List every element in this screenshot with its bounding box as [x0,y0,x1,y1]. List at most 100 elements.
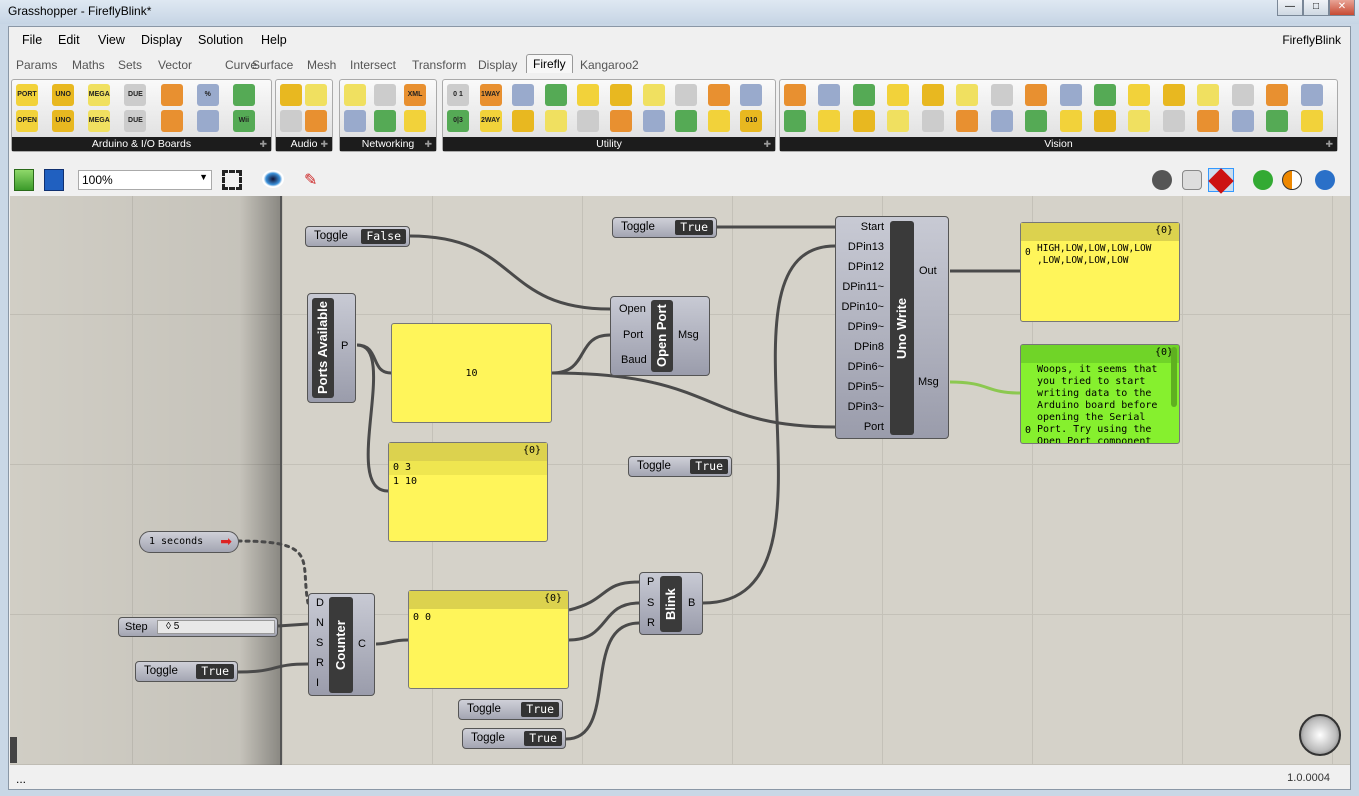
component-icon[interactable] [956,110,979,132]
tab-maths[interactable]: Maths [72,58,105,72]
slider-track[interactable]: ◊ 5 [157,620,275,634]
menu-solution[interactable]: Solution [198,33,243,47]
component-icon[interactable] [1231,110,1254,132]
component-icon[interactable]: % [196,84,219,106]
component-icon[interactable] [196,110,219,132]
component-icon[interactable] [577,110,600,132]
input-port[interactable]: DPin11~ [842,281,884,293]
component-icon[interactable] [956,84,979,106]
component-icon[interactable]: DUE [124,110,147,132]
toggle-unused[interactable]: Toggle True [628,456,732,477]
component-icon[interactable] [160,110,183,132]
component-icon[interactable] [887,84,910,106]
component-icon[interactable] [305,84,327,106]
component-icon[interactable] [544,84,567,106]
component-icon[interactable]: MEGA [88,110,111,132]
component-icon[interactable] [610,110,632,132]
component-icon[interactable]: Wii [232,110,255,132]
input-port[interactable]: DPin5~ [848,381,884,393]
expand-icon[interactable]: ✚ [1325,139,1333,150]
panel-ports-list[interactable]: {0} 03 1 10 [388,442,548,542]
component-icon[interactable]: 0 1 [447,84,469,106]
input-port[interactable]: DPin13 [848,241,884,253]
tab-firefly[interactable]: Firefly [526,54,573,73]
step-slider[interactable]: Step ◊ 5 [118,617,278,637]
input-port[interactable]: S [316,637,323,649]
component-icon[interactable] [1059,110,1082,132]
navigation-compass-icon[interactable] [1299,714,1341,756]
close-button[interactable]: ✕ [1329,0,1355,16]
menu-edit[interactable]: Edit [58,33,80,47]
sphere-icon[interactable] [1315,170,1335,190]
input-port[interactable]: DPin6~ [848,361,884,373]
tab-transform[interactable]: Transform [412,58,466,72]
input-port[interactable]: R [316,657,324,669]
blink-component[interactable]: P S R Blink B [639,572,703,635]
component-icon[interactable] [232,84,255,106]
component-icon[interactable] [921,110,944,132]
input-port[interactable]: DPin12 [848,261,884,273]
tab-display[interactable]: Display [478,58,517,72]
tab-mesh[interactable]: Mesh [307,58,336,72]
component-icon[interactable] [740,84,763,106]
input-port[interactable]: D [316,597,324,609]
component-icon[interactable] [160,84,183,106]
component-icon[interactable]: 0|3 [447,110,469,132]
open-file-icon[interactable] [14,169,34,191]
menu-display[interactable]: Display [141,33,182,47]
component-icon[interactable] [1162,110,1185,132]
counter-component[interactable]: DNSRI Counter C [308,593,375,696]
tab-params[interactable]: Params [16,58,57,72]
input-port[interactable]: DPin8 [854,341,884,353]
component-icon[interactable] [1128,110,1151,132]
component-icon[interactable] [1231,84,1254,106]
panel-port[interactable]: 10 [391,323,552,423]
component-icon[interactable]: DUE [124,84,147,106]
component-icon[interactable]: 1WAY [479,84,502,106]
component-icon[interactable] [374,84,396,106]
zoom-select[interactable]: 100% ▼ [78,170,212,190]
expand-icon[interactable]: ✚ [763,139,771,150]
component-icon[interactable] [544,110,567,132]
toggle-start[interactable]: Toggle True [612,217,717,238]
component-icon[interactable] [1025,84,1048,106]
input-port[interactable]: Start [861,221,884,233]
component-icon[interactable] [1025,110,1048,132]
ports-available-component[interactable]: Ports Available P [307,293,356,403]
component-icon[interactable] [1128,84,1151,106]
component-icon[interactable] [305,110,327,132]
sketch-pen-icon[interactable]: ✎ [304,170,317,190]
component-icon[interactable] [1266,84,1289,106]
menu-view[interactable]: View [98,33,125,47]
preview-eye-icon[interactable] [262,170,284,188]
component-icon[interactable] [1197,110,1220,132]
component-icon[interactable] [675,110,698,132]
input-port[interactable]: N [316,617,324,629]
component-icon[interactable] [818,110,841,132]
component-icon[interactable] [404,110,426,132]
input-port[interactable]: DPin9~ [848,321,884,333]
selected-only-icon[interactable] [1253,170,1273,190]
component-icon[interactable] [990,110,1013,132]
expand-icon[interactable]: ✚ [424,139,432,150]
preview-wire-icon[interactable] [1152,170,1172,190]
component-icon[interactable]: MEGA [88,84,111,106]
component-icon[interactable] [642,84,665,106]
toggle-b[interactable]: Toggle True [462,728,566,749]
component-icon[interactable] [1300,110,1323,132]
component-icon[interactable] [280,84,302,106]
component-icon[interactable] [610,84,632,106]
save-icon[interactable] [44,169,64,191]
component-icon[interactable] [374,110,396,132]
preview-shaded-icon[interactable] [1208,168,1234,194]
expand-icon[interactable]: ✚ [259,139,267,150]
timer-component[interactable]: 1 seconds ➡ [139,531,239,553]
expand-icon[interactable]: ✚ [320,139,328,150]
component-icon[interactable] [852,110,875,132]
component-icon[interactable] [344,110,366,132]
tab-surface[interactable]: Surface [252,58,293,72]
toggle-a[interactable]: Toggle True [458,699,563,720]
tab-vector[interactable]: Vector [158,58,192,72]
panel-out[interactable]: {0} 0 HIGH,LOW,LOW,LOW,LOW ,LOW,LOW,LOW,L… [1020,222,1180,322]
component-icon[interactable] [818,84,841,106]
